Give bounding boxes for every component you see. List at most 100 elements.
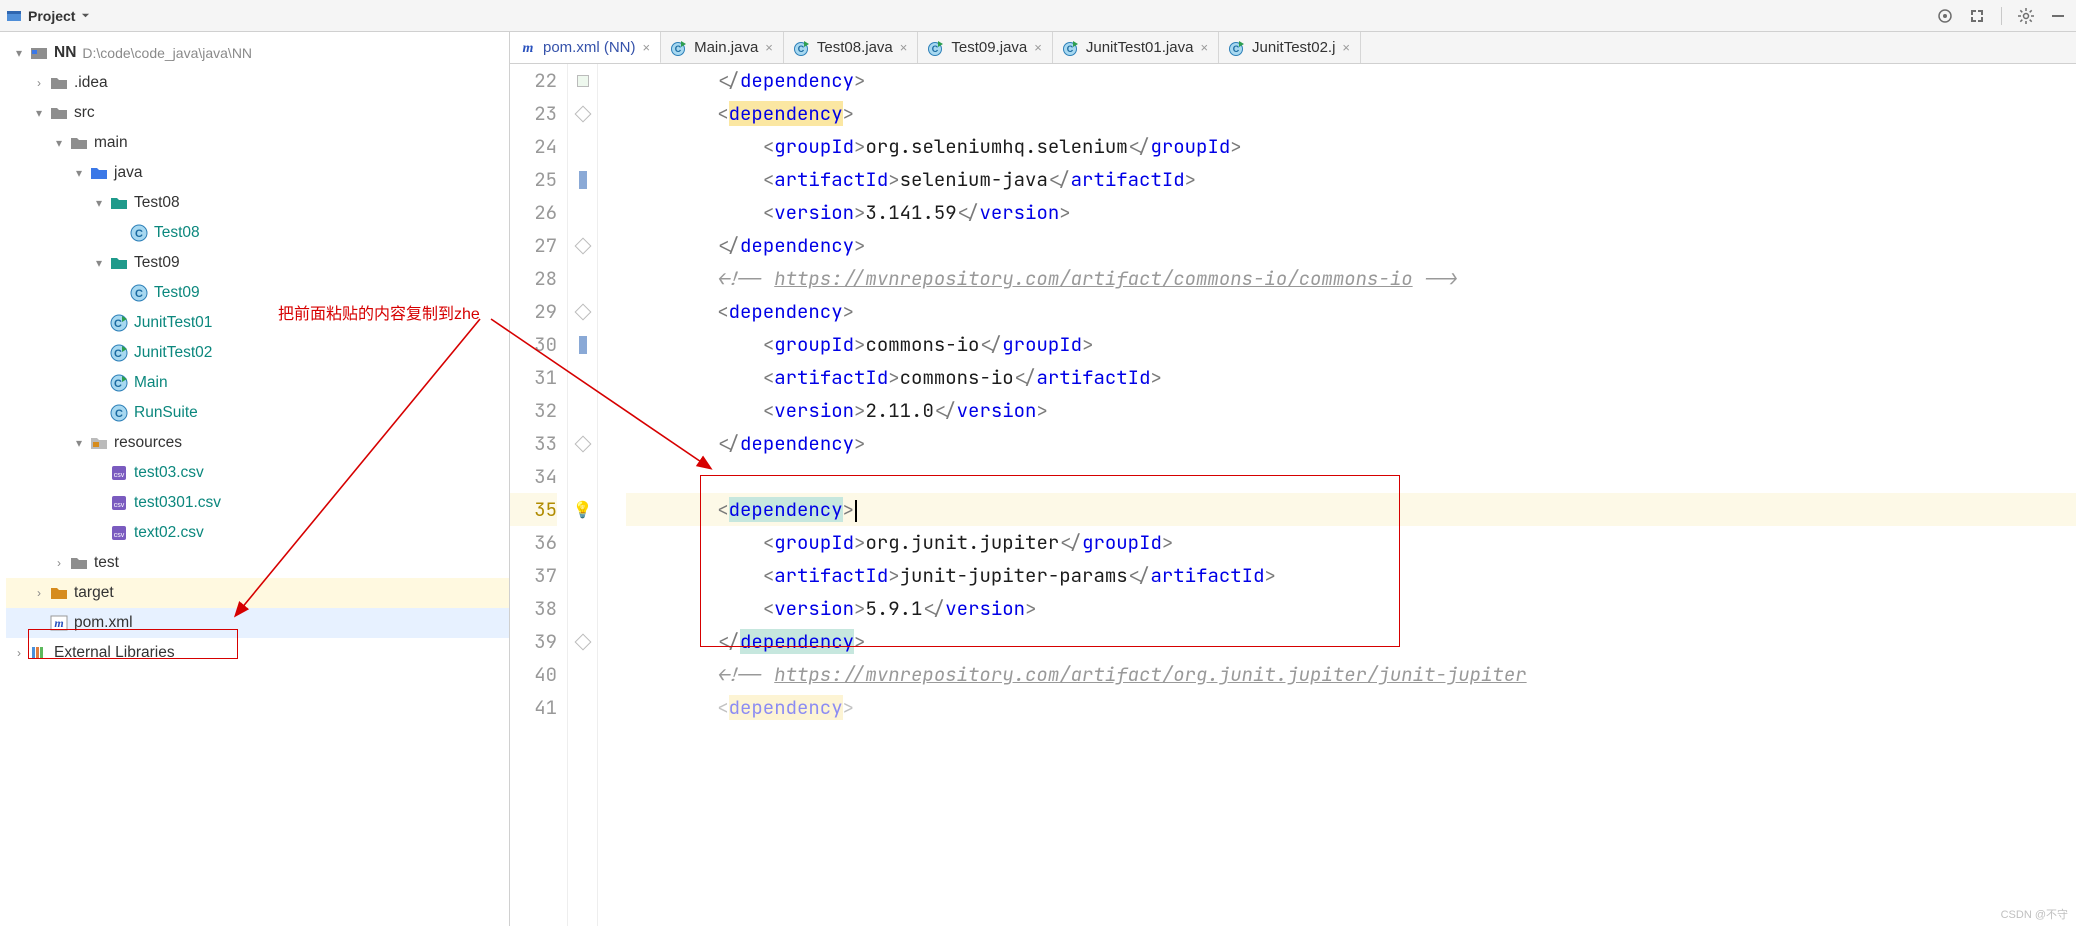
svg-text:C: C	[114, 318, 122, 330]
line-gutter: 2223242526272829303132333435363738394041	[510, 64, 568, 926]
csv-icon: csv	[110, 464, 128, 482]
close-icon[interactable]: ×	[1200, 40, 1208, 55]
code-line-25[interactable]: <artifactId>selenium-java</artifactId>	[626, 163, 2076, 196]
label: Test08	[134, 194, 180, 212]
code-line-41[interactable]: <dependency>	[626, 691, 2076, 724]
code-line-24[interactable]: <groupId>org.seleniumhq.selenium</groupI…	[626, 130, 2076, 163]
svg-text:C: C	[798, 44, 805, 54]
chevron-right-icon: ›	[54, 556, 64, 570]
class-run-icon: C	[928, 40, 944, 56]
folder-icon	[50, 104, 68, 122]
code-line-22[interactable]: </dependency>	[626, 64, 2076, 97]
label: java	[114, 164, 142, 182]
code-line-23[interactable]: <dependency>	[626, 97, 2076, 130]
svg-text:csv: csv	[114, 502, 125, 509]
chevron-down-icon: ▾	[94, 256, 104, 270]
close-icon[interactable]: ×	[765, 40, 773, 55]
package-icon	[110, 194, 128, 212]
label: main	[94, 134, 128, 152]
label: JunitTest01	[134, 314, 212, 332]
code-line-27[interactable]: </dependency>	[626, 229, 2076, 262]
annotation-arrow-left	[230, 313, 490, 633]
tree-pkg-test09[interactable]: ▾ Test09	[6, 248, 509, 278]
tab-label: JunitTest01.java	[1086, 39, 1194, 56]
csv-icon: csv	[110, 494, 128, 512]
label: test03.csv	[134, 464, 204, 482]
label: Main	[134, 374, 168, 392]
tab-label: Test09.java	[951, 39, 1027, 56]
expand-button[interactable]	[1965, 4, 1989, 28]
watermark: CSDN @不守	[2001, 906, 2068, 922]
code-line-33[interactable]: </dependency>	[626, 427, 2076, 460]
tab-junittest01-java[interactable]: C JunitTest01.java ×	[1053, 32, 1219, 64]
tree-pkg-test08[interactable]: ▾ Test08	[6, 188, 509, 218]
tree-src[interactable]: ▾ src	[6, 98, 509, 128]
tab-test08-java[interactable]: C Test08.java ×	[784, 32, 918, 64]
tree-java[interactable]: ▾ java	[6, 158, 509, 188]
locate-button[interactable]	[1933, 4, 1957, 28]
root-path: D:\code\code_java\java\NN	[82, 45, 252, 61]
root-name: NN	[54, 44, 76, 62]
tab-main-java[interactable]: CMain.java×	[661, 32, 784, 64]
svg-text:csv: csv	[114, 472, 125, 479]
svg-text:C: C	[1067, 44, 1074, 54]
code-line-40[interactable]: <!-- https://mvnrepository.com/artifact/…	[626, 658, 2076, 691]
label: resources	[114, 434, 182, 452]
svg-text:C: C	[932, 44, 939, 54]
chevron-down-icon: ▾	[94, 196, 104, 210]
chevron-down-icon: ▾	[74, 166, 84, 180]
tab-label: Test08.java	[817, 39, 893, 56]
label: .idea	[74, 74, 108, 92]
close-icon[interactable]: ×	[1034, 40, 1042, 55]
runnable-class-icon: C	[110, 344, 128, 362]
svg-text:m: m	[54, 616, 63, 630]
tree-class-test08[interactable]: C Test08	[6, 218, 509, 248]
class-run-icon: C	[1229, 40, 1245, 56]
tab-label: JunitTest02.j	[1252, 39, 1335, 56]
close-icon[interactable]: ×	[900, 40, 908, 55]
tab-junittest02-j[interactable]: C JunitTest02.j ×	[1219, 32, 1361, 64]
chevron-right-icon: ›	[34, 586, 44, 600]
tab-bar: mpom.xml (NN)× C Main.java × C Test08.java × C T…	[510, 32, 2076, 64]
svg-text:C: C	[135, 288, 143, 300]
folder-icon	[70, 134, 88, 152]
chevron-down-icon: ▾	[74, 436, 84, 450]
code-line-30[interactable]: <groupId>commons-io</groupId>	[626, 328, 2076, 361]
csv-icon: csv	[110, 524, 128, 542]
settings-button[interactable]	[2014, 4, 2038, 28]
folder-icon	[70, 554, 88, 572]
svg-text:csv: csv	[114, 532, 125, 539]
chevron-down-icon: ▾	[54, 136, 64, 150]
label: RunSuite	[134, 404, 198, 422]
svg-text:C: C	[114, 348, 122, 360]
svg-text:C: C	[114, 378, 122, 390]
chevron-right-icon: ›	[34, 76, 44, 90]
hide-button[interactable]	[2046, 4, 2070, 28]
close-icon[interactable]: ×	[643, 40, 651, 55]
svg-text:C: C	[115, 408, 123, 420]
label: Test09	[134, 254, 180, 272]
close-icon[interactable]: ×	[1342, 40, 1350, 55]
code-line-31[interactable]: <artifactId>commons-io</artifactId>	[626, 361, 2076, 394]
code-line-28[interactable]: <!-- https://mvnrepository.com/artifact/…	[626, 262, 2076, 295]
separator	[2001, 7, 2002, 25]
label: text02.csv	[134, 524, 204, 542]
class-icon: C	[110, 404, 128, 422]
label: src	[74, 104, 95, 122]
chevron-right-icon: ›	[14, 646, 24, 660]
label: target	[74, 584, 114, 602]
tab-test09-java[interactable]: C Test09.java ×	[918, 32, 1052, 64]
annotation-box-dependency	[700, 475, 1400, 647]
tab-pom-xml-nn-[interactable]: mpom.xml (NN)×	[510, 32, 661, 64]
tree-idea[interactable]: › .idea	[6, 68, 509, 98]
code-line-32[interactable]: <version>2.11.0</version>	[626, 394, 2076, 427]
project-dropdown[interactable]: Project	[6, 8, 90, 24]
tab-label: Main.java	[694, 39, 758, 56]
class-run-icon: C	[1063, 40, 1079, 56]
label: Test08	[154, 224, 200, 242]
label: JunitTest02	[134, 344, 212, 362]
tree-root[interactable]: ▾ NN D:\code\code_java\java\NN	[6, 38, 509, 68]
code-line-26[interactable]: <version>3.141.59</version>	[626, 196, 2076, 229]
tree-main[interactable]: ▾ main	[6, 128, 509, 158]
code-line-29[interactable]: <dependency>	[626, 295, 2076, 328]
